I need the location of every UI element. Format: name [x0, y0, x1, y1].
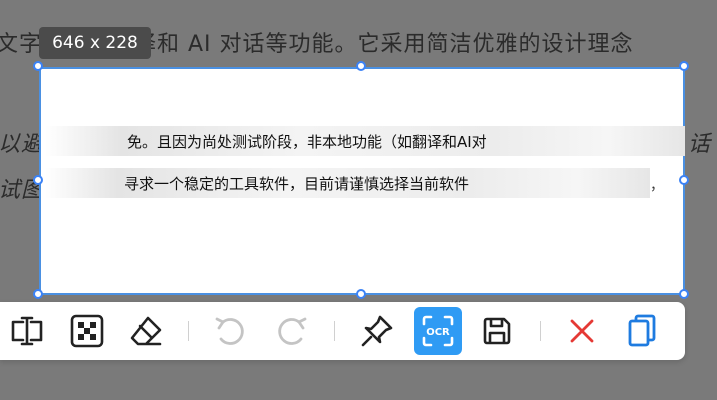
ocr-text-line: 免。且因为尚处测试阶段，非本地功能（如翻译和AI对: [127, 133, 487, 151]
undo-icon: [215, 317, 244, 345]
resize-handle-bottom-left[interactable]: [33, 289, 43, 299]
resize-handle-top-right[interactable]: [679, 61, 689, 71]
pin-button[interactable]: [354, 308, 400, 354]
pin-icon: [361, 315, 393, 347]
toolbar-divider: [188, 321, 189, 341]
toolbar-divider: [334, 321, 335, 341]
copy-icon: [628, 314, 656, 347]
ocr-text-fragment: ，: [650, 178, 664, 194]
redo-button[interactable]: [268, 308, 314, 354]
toolbar-divider: [540, 321, 541, 341]
close-icon: [570, 319, 594, 343]
ocr-icon: OCR: [422, 315, 454, 347]
eraser-tool-button[interactable]: [123, 308, 169, 354]
resize-handle-left[interactable]: [33, 175, 43, 185]
eraser-icon: [130, 316, 162, 346]
resize-handle-bottom-right[interactable]: [679, 289, 689, 299]
copy-button[interactable]: [619, 308, 665, 354]
undo-button[interactable]: [208, 308, 254, 354]
ocr-button[interactable]: OCR: [414, 307, 462, 355]
capture-toolbar: OCR: [0, 302, 685, 360]
background-text-fragment: 以避: [0, 132, 45, 157]
close-button[interactable]: [559, 308, 605, 354]
resize-handle-top-left[interactable]: [33, 61, 43, 71]
text-cursor-icon: [11, 316, 43, 346]
resize-handle-bottom[interactable]: [356, 289, 366, 299]
mosaic-tool-button[interactable]: [64, 308, 110, 354]
save-icon: [483, 317, 511, 345]
background-text-fragment: 话: [688, 132, 711, 157]
resize-handle-right[interactable]: [679, 175, 689, 185]
ocr-text-line: 寻求一个稳定的工具软件，目前请谨慎选择当前软件: [124, 175, 470, 193]
redo-icon: [278, 317, 307, 345]
ocr-label: OCR: [426, 327, 450, 338]
mosaic-icon: [70, 314, 104, 348]
save-button[interactable]: [474, 308, 520, 354]
resize-handle-top[interactable]: [356, 61, 366, 71]
selection-size-badge: 646 x 228: [39, 27, 151, 59]
text-tool-button[interactable]: [4, 308, 50, 354]
